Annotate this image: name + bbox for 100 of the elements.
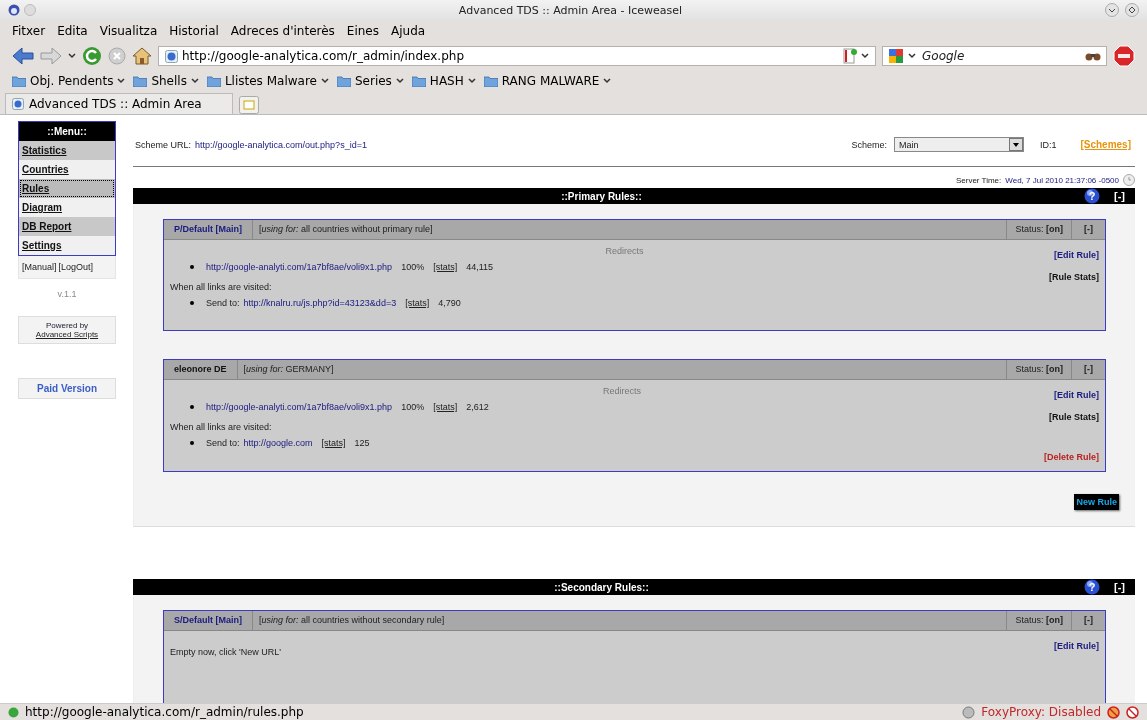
empty-message: Empty now, click 'New URL' xyxy=(170,646,282,657)
menu-item[interactable]: Adreces d'interès xyxy=(230,24,335,38)
sidebar-item[interactable]: DB Report xyxy=(19,217,115,236)
sidebar-item[interactable]: Countries xyxy=(19,160,115,179)
search-field[interactable]: Google xyxy=(882,46,1107,66)
rule-usage-text: [using for: all countries without secondary rule] xyxy=(258,614,446,627)
reload-icon[interactable] xyxy=(82,46,102,66)
stats-link[interactable]: [stats] xyxy=(321,438,346,448)
rule-status[interactable]: Status: [on] xyxy=(1006,220,1071,239)
bookmark-folder[interactable]: HASH xyxy=(411,74,476,88)
new-tab-icon[interactable] xyxy=(238,96,259,114)
bookmark-folder[interactable]: Series xyxy=(336,74,404,88)
collapse-toggle[interactable]: [-] xyxy=(1071,360,1105,379)
menu-item[interactable]: Historial xyxy=(169,24,219,38)
sidebar-link[interactable]: [LogOut] xyxy=(58,262,94,272)
bookmark-folder[interactable]: Shells xyxy=(133,74,199,88)
sidebar-item[interactable]: Rules xyxy=(19,179,115,198)
script-block-icon[interactable] xyxy=(1126,705,1139,719)
rule-action-link[interactable]: [Rule Stats] xyxy=(1049,272,1099,282)
send-to-count: 125 xyxy=(354,438,370,448)
menu-item[interactable]: Eines xyxy=(346,24,379,38)
powered-by-text: Powered by xyxy=(44,321,90,330)
rule-action-link[interactable]: [Edit Rule] xyxy=(1054,390,1099,400)
folder-icon xyxy=(336,75,351,87)
window-title: Advanced TDS :: Admin Area - Iceweasel xyxy=(457,3,684,17)
menu-item[interactable]: Fitxer xyxy=(12,24,46,38)
redirects-heading: Redirects xyxy=(602,386,642,396)
rule-action-link[interactable]: [Delete Rule] xyxy=(1044,434,1099,462)
folder-icon xyxy=(133,75,148,87)
rule-name[interactable]: S/Default [Main] xyxy=(164,611,253,630)
redirect-link[interactable]: http://google-analyti.com/1a7bf8ae/voli9x1.php xyxy=(206,262,393,272)
collapse-toggle[interactable]: [-] xyxy=(1071,611,1105,630)
rule-usage-text: [using for: all countries without primary rule] xyxy=(258,223,434,236)
address-bar[interactable]: http://google-analytica.com/r_admin/index.php xyxy=(158,46,876,66)
help-icon[interactable]: ? xyxy=(1084,188,1100,204)
section-title: ::Secondary Rules:: xyxy=(553,581,650,593)
scheme-id: ID:1 xyxy=(1039,139,1057,150)
scheme-url-link[interactable]: http://google-analytica.com/out.php?s_id=1 xyxy=(195,139,367,150)
home-icon[interactable] xyxy=(132,47,152,65)
scheme-url-label: Scheme URL: xyxy=(135,139,192,150)
back-icon[interactable] xyxy=(12,47,34,65)
sidebar-item[interactable]: Settings xyxy=(19,236,115,255)
collapse-toggle[interactable]: [-] xyxy=(1071,220,1105,239)
bookmark-folder[interactable]: Llistes Malware xyxy=(206,74,329,88)
menu-item[interactable]: Edita xyxy=(57,24,88,38)
bookmark-add-icon[interactable] xyxy=(843,48,857,64)
sidebar-item[interactable]: Diagram xyxy=(19,198,115,217)
sidebar-item[interactable]: Statistics xyxy=(19,141,115,160)
server-time-value: Wed, 7 Jul 2010 21:37:06 -0500 xyxy=(1005,175,1119,185)
folder-icon xyxy=(483,75,498,87)
status-url: http://google-analytica.com/r_admin/rules.php xyxy=(25,705,305,719)
bookmark-folder[interactable]: Obj. Pendents xyxy=(12,74,126,88)
rule-name[interactable]: P/Default [Main] xyxy=(164,220,253,239)
redirect-link[interactable]: http://google-analyti.com/1a7bf8ae/voli9x1.php xyxy=(206,402,393,412)
stats-link[interactable]: [stats] xyxy=(405,298,430,308)
caret-icon xyxy=(117,78,126,84)
rule-action-link[interactable]: [Edit Rule] xyxy=(1054,641,1099,651)
stats-link[interactable]: [stats] xyxy=(433,402,458,412)
redirect-count: 44,115 xyxy=(466,262,494,272)
collapse-toggle[interactable]: [-] xyxy=(1114,581,1125,593)
globe-icon xyxy=(12,98,24,110)
help-icon[interactable]: ? xyxy=(1084,579,1100,595)
caret-icon xyxy=(395,78,404,84)
send-to-link[interactable]: http://google.com xyxy=(243,438,313,448)
browser-tab[interactable]: Advanced TDS :: Admin Area xyxy=(5,93,233,114)
send-to-label: Send to: xyxy=(206,298,240,308)
section-title: ::Primary Rules:: xyxy=(560,190,643,202)
paid-version-button[interactable]: Paid Version xyxy=(18,378,116,399)
rule-status[interactable]: Status: [on] xyxy=(1006,611,1071,630)
rule-action-link[interactable]: [Edit Rule] xyxy=(1054,250,1099,260)
scheme-dropdown[interactable]: Main xyxy=(893,137,1024,152)
sidebar-link[interactable]: [Manual] xyxy=(22,262,57,272)
stop-icon[interactable] xyxy=(108,47,126,65)
powered-by-link[interactable]: Advanced Scripts xyxy=(19,330,115,339)
folder-icon xyxy=(12,75,26,87)
app-icon xyxy=(8,4,20,16)
redirect-percent: 100% xyxy=(401,402,425,412)
maximize-icon[interactable] xyxy=(1125,3,1139,17)
menu-item[interactable]: Ajuda xyxy=(391,24,426,38)
stats-link[interactable]: [stats] xyxy=(433,262,458,272)
server-time-label: Server Time: xyxy=(955,175,1002,185)
send-to-count: 4,790 xyxy=(438,298,461,308)
send-to-link[interactable]: http://knalru.ru/js.php?id=43123&dd=3 xyxy=(243,298,397,308)
rule-status[interactable]: Status: [on] xyxy=(1006,360,1071,379)
minimize-icon[interactable] xyxy=(1105,3,1119,17)
caret-icon xyxy=(467,78,476,84)
new-rule-button[interactable]: New Rule xyxy=(1074,494,1119,510)
binoculars-icon[interactable] xyxy=(1085,51,1101,61)
menu-item[interactable]: Visualitza xyxy=(99,24,158,38)
blocked-icon[interactable] xyxy=(1107,705,1120,719)
collapse-toggle[interactable]: [-] xyxy=(1114,190,1125,202)
bullet-icon xyxy=(190,301,194,305)
redirect-count: 2,612 xyxy=(466,402,489,412)
search-engine-icon xyxy=(888,48,904,64)
rule-action-link[interactable]: [Rule Stats] xyxy=(1049,412,1099,422)
scheme-label: Scheme: xyxy=(851,139,887,150)
bookmark-folder[interactable]: RANG MALWARE xyxy=(483,74,612,88)
folder-icon xyxy=(411,75,426,87)
version-text: v.1.1 xyxy=(56,288,78,301)
proxy-status[interactable]: FoxyProxy: Disabled xyxy=(981,705,1101,719)
